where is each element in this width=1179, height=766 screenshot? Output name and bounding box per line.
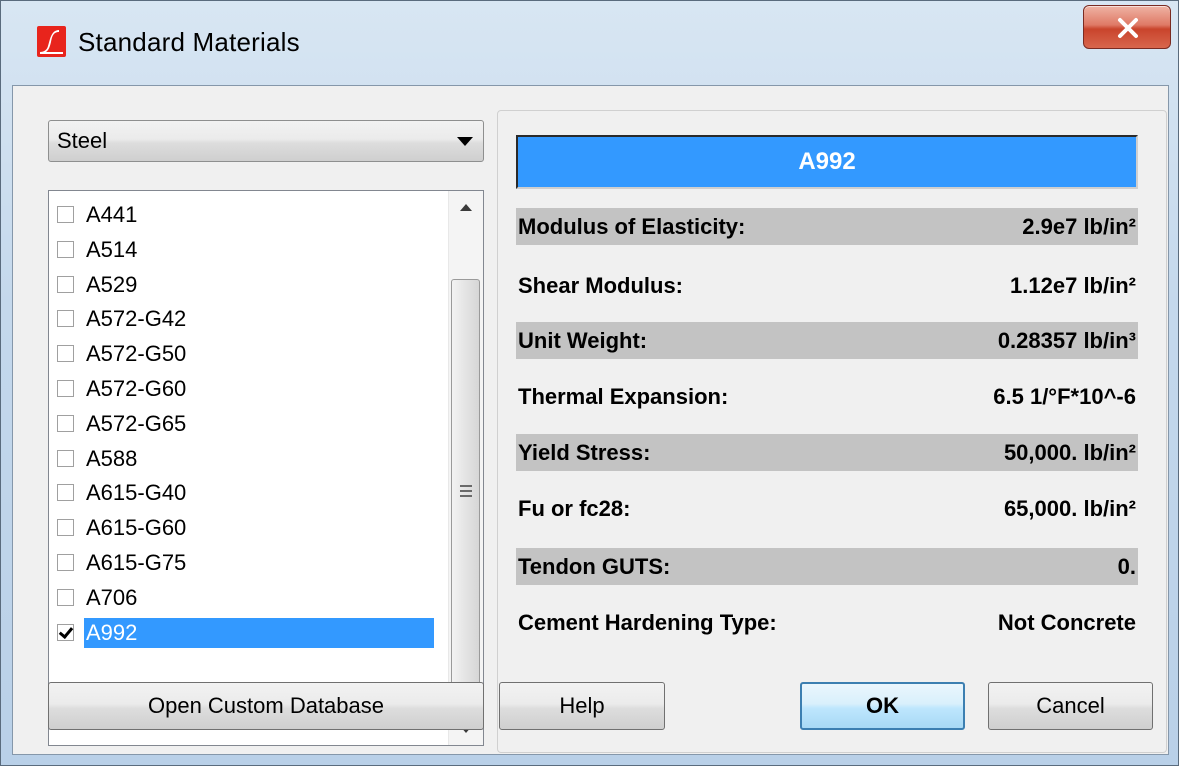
- property-label: Fu or fc28:: [518, 496, 631, 521]
- list-item[interactable]: A441: [49, 198, 445, 233]
- window-title: Standard Materials: [78, 27, 300, 57]
- open-custom-database-button[interactable]: Open Custom Database: [48, 682, 484, 730]
- material-category-dropdown[interactable]: Steel: [48, 120, 484, 162]
- material-label[interactable]: A514: [84, 235, 140, 265]
- property-value: 65,000. lb/in²: [1003, 496, 1136, 521]
- list-item[interactable]: A514: [49, 233, 445, 268]
- selected-material-name: A992: [516, 135, 1138, 189]
- chevron-down-icon[interactable]: [457, 137, 473, 146]
- list-item[interactable]: A615-G60: [49, 511, 445, 546]
- list-scrollbar[interactable]: [448, 191, 483, 745]
- material-checkbox[interactable]: [57, 414, 74, 432]
- material-label[interactable]: A615-G60: [84, 513, 189, 543]
- list-item[interactable]: A588: [49, 442, 445, 477]
- close-button[interactable]: [1083, 5, 1171, 49]
- property-label: Modulus of Elasticity:: [518, 214, 746, 239]
- material-list-items: A441 A514 A529 A572-G42 A572-G50 A572-G60 A572…: [49, 198, 445, 650]
- list-item[interactable]: A992: [49, 616, 445, 651]
- material-checkbox[interactable]: [57, 310, 74, 328]
- material-checkbox[interactable]: [57, 553, 74, 571]
- standard-materials-dialog: Standard Materials Steel A441 A514 A529 A57…: [0, 0, 1179, 766]
- title-bar[interactable]: Standard Materials: [1, 1, 1178, 85]
- material-label[interactable]: A572-G42: [84, 304, 189, 334]
- property-label: Yield Stress:: [518, 440, 651, 465]
- material-label[interactable]: A572-G60: [84, 374, 189, 404]
- material-list[interactable]: A441 A514 A529 A572-G42 A572-G50 A572-G60 A572…: [48, 190, 484, 746]
- close-icon: [1118, 18, 1138, 38]
- property-row: Yield Stress: 50,000. lb/in²: [516, 434, 1138, 471]
- property-value: 2.9e7 lb/in²: [1022, 214, 1136, 239]
- dropdown-selected-value: Steel: [57, 128, 108, 153]
- material-checkbox[interactable]: [57, 345, 74, 363]
- property-value: Not Concrete: [997, 610, 1136, 635]
- list-item[interactable]: A572-G60: [49, 372, 445, 407]
- property-value: 50,000. lb/in²: [1003, 440, 1136, 465]
- material-checkbox[interactable]: [57, 275, 74, 293]
- material-checkbox[interactable]: [57, 623, 74, 641]
- property-label: Thermal Expansion:: [518, 384, 729, 409]
- property-row: Tendon GUTS: 0.: [516, 548, 1138, 585]
- property-value: 0.: [1117, 554, 1136, 579]
- material-label[interactable]: A572-G50: [84, 339, 189, 369]
- app-logo-icon: [37, 26, 66, 57]
- material-label[interactable]: A615-G75: [84, 548, 189, 578]
- list-item[interactable]: A572-G50: [49, 337, 445, 372]
- scroll-up-arrow-icon[interactable]: [449, 191, 483, 225]
- material-checkbox[interactable]: [57, 449, 74, 467]
- dialog-body: Steel A441 A514 A529 A572-G42 A572-G50 A572-G…: [12, 85, 1169, 755]
- help-button[interactable]: Help: [499, 682, 665, 730]
- material-label[interactable]: A441: [84, 200, 140, 230]
- list-item[interactable]: A615-G40: [49, 476, 445, 511]
- list-item[interactable]: A529: [49, 268, 445, 303]
- material-label[interactable]: A572-G65: [84, 409, 189, 439]
- material-label[interactable]: A529: [84, 270, 140, 300]
- material-checkbox[interactable]: [57, 519, 74, 537]
- list-item[interactable]: A615-G75: [49, 546, 445, 581]
- scroll-thumb[interactable]: [451, 279, 480, 703]
- property-row: Thermal Expansion: 6.5 1/°F*10^-6: [516, 378, 1138, 415]
- material-properties-panel: A992 Modulus of Elasticity: 2.9e7 lb/in² S…: [497, 110, 1167, 753]
- material-checkbox[interactable]: [57, 484, 74, 502]
- cancel-button[interactable]: Cancel: [988, 682, 1153, 730]
- property-value: 1.12e7 lb/in²: [1010, 273, 1136, 298]
- ok-button[interactable]: OK: [800, 682, 965, 730]
- property-row: Shear Modulus: 1.12e7 lb/in²: [516, 267, 1138, 304]
- list-item[interactable]: A572-G42: [49, 302, 445, 337]
- material-label[interactable]: A706: [84, 583, 140, 613]
- grip-icon: [460, 485, 472, 499]
- material-label[interactable]: A615-G40: [84, 478, 189, 508]
- list-item[interactable]: A706: [49, 581, 445, 616]
- property-row: Fu or fc28: 65,000. lb/in²: [516, 490, 1138, 527]
- property-label: Shear Modulus:: [518, 273, 684, 298]
- property-label: Tendon GUTS:: [518, 554, 671, 579]
- material-label[interactable]: A992: [84, 617, 434, 648]
- material-checkbox[interactable]: [57, 240, 74, 258]
- property-row: Cement Hardening Type: Not Concrete: [516, 604, 1138, 641]
- material-checkbox[interactable]: [57, 379, 74, 397]
- material-checkbox[interactable]: [57, 206, 74, 223]
- list-item[interactable]: A572-G65: [49, 407, 445, 442]
- material-label[interactable]: A588: [84, 444, 140, 474]
- property-value: 6.5 1/°F*10^-6: [993, 384, 1136, 409]
- property-label: Cement Hardening Type:: [518, 610, 777, 635]
- property-value: 0.28357 lb/in³: [997, 328, 1136, 353]
- property-row: Unit Weight: 0.28357 lb/in³: [516, 322, 1138, 359]
- property-row: Modulus of Elasticity: 2.9e7 lb/in²: [516, 208, 1138, 245]
- material-checkbox[interactable]: [57, 588, 74, 606]
- property-label: Unit Weight:: [518, 328, 648, 353]
